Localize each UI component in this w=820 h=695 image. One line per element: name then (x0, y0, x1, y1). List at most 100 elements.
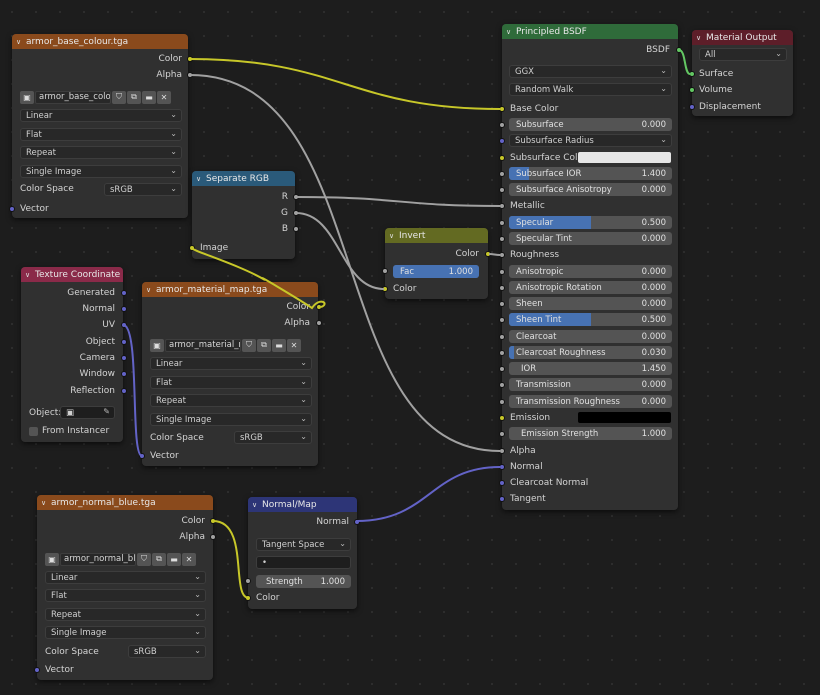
specular-tint-slider[interactable]: Specular Tint 0.000 (509, 232, 672, 245)
specular-slider[interactable]: Specular 0.500 (509, 216, 672, 229)
subsurface-slider[interactable]: Subsurface 0.000 (509, 118, 672, 131)
node-header[interactable]: ∨ armor_material_map.tga (142, 282, 318, 297)
socket-normal[interactable] (121, 306, 127, 312)
socket-alpha-output[interactable] (210, 534, 216, 540)
source-dropdown[interactable]: Single Image ⌄ (20, 165, 182, 178)
socket-color-output[interactable] (187, 56, 193, 62)
socket-color-output[interactable] (316, 304, 322, 310)
interpolation-dropdown[interactable]: Linear ⌄ (45, 571, 206, 584)
subsurface-ior-slider[interactable]: Subsurface IOR 1.400 (509, 167, 672, 180)
folder-open-icon[interactable]: ▬ (167, 552, 181, 566)
collapse-chevron-icon[interactable]: ∨ (389, 232, 399, 240)
image-texture-node-base-colour[interactable]: ∨ armor_base_colour.tga Color Alpha ▣ arm… (9, 34, 193, 218)
socket-image-input[interactable] (189, 245, 195, 251)
eyedropper-icon[interactable]: ✎ (103, 407, 110, 416)
close-icon[interactable]: ✕ (287, 338, 301, 352)
anisotropic-rotation-slider[interactable]: Anisotropic Rotation 0.000 (509, 281, 672, 294)
socket-sheen[interactable] (499, 301, 505, 307)
socket-specular-tint[interactable] (499, 236, 505, 242)
collapse-chevron-icon[interactable]: ∨ (196, 175, 206, 183)
socket-b-output[interactable] (293, 226, 299, 232)
collapse-chevron-icon[interactable]: ∨ (696, 34, 706, 42)
transmission-roughness-slider[interactable]: Transmission Roughness 0.000 (509, 395, 672, 408)
image-selector[interactable]: ▣ armor_base_colou... ⛉ ⧉ ▬ ✕ (20, 90, 171, 104)
extension-dropdown[interactable]: Repeat ⌄ (20, 146, 182, 159)
close-icon[interactable]: ✕ (182, 552, 196, 566)
node-header[interactable]: ∨ Material Output (692, 30, 793, 45)
collapse-chevron-icon[interactable]: ∨ (16, 38, 26, 46)
socket-strength-input[interactable] (245, 578, 251, 584)
distribution-dropdown[interactable]: GGX ⌄ (509, 65, 672, 78)
socket-emission[interactable] (499, 415, 505, 421)
collapse-chevron-icon[interactable]: ∨ (41, 499, 51, 507)
socket-subsurface[interactable] (499, 122, 505, 128)
node-header[interactable]: ∨ Separate RGB (192, 171, 295, 186)
socket-clearcoat-normal[interactable] (499, 480, 505, 486)
socket-anisotropic[interactable] (499, 269, 505, 275)
socket-color-input[interactable] (382, 286, 388, 292)
space-dropdown[interactable]: Tangent Space ⌄ (256, 538, 351, 551)
socket-fac-input[interactable] (382, 268, 388, 274)
extension-dropdown[interactable]: Repeat ⌄ (45, 608, 206, 621)
source-dropdown[interactable]: Single Image ⌄ (150, 413, 312, 426)
socket-g-output[interactable] (293, 210, 299, 216)
image-name-field[interactable]: armor_base_colou... (35, 90, 111, 104)
fake-user-shield-icon[interactable]: ⛉ (242, 338, 256, 352)
object-field[interactable]: ▣ ✎ (60, 406, 115, 419)
duplicate-icon[interactable]: ⧉ (257, 338, 271, 352)
projection-dropdown[interactable]: Flat ⌄ (20, 128, 182, 141)
checkbox-icon[interactable] (29, 426, 38, 436)
folder-open-icon[interactable]: ▬ (142, 90, 156, 104)
node-header[interactable]: ∨ Texture Coordinate (21, 267, 123, 282)
socket-camera[interactable] (121, 355, 127, 361)
image-browse-icon[interactable]: ▣ (45, 552, 59, 566)
socket-metallic[interactable] (499, 203, 505, 209)
sheen-slider[interactable]: Sheen 0.000 (509, 297, 672, 310)
socket-bsdf-output[interactable] (676, 47, 682, 53)
socket-subsurface-radius[interactable] (499, 138, 505, 144)
from-instancer-checkbox[interactable]: From Instancer (29, 424, 109, 438)
extension-dropdown[interactable]: Repeat ⌄ (150, 394, 312, 407)
image-selector[interactable]: ▣ armor_normal_blu... ⛉ ⧉ ▬ ✕ (45, 552, 196, 566)
fac-slider[interactable]: Fac 1.000 (393, 265, 479, 278)
collapse-chevron-icon[interactable]: ∨ (25, 271, 35, 279)
socket-tangent[interactable] (499, 496, 505, 502)
color-space-dropdown[interactable]: sRGB ⌄ (234, 431, 312, 444)
node-header[interactable]: ∨ armor_normal_blue.tga (37, 495, 213, 510)
socket-alpha-output[interactable] (316, 320, 322, 326)
socket-subsurface-anisotropy[interactable] (499, 187, 505, 193)
socket-color-output[interactable] (210, 518, 216, 524)
image-texture-node-normal[interactable]: ∨ armor_normal_blue.tga Color Alpha ▣ arm… (34, 495, 216, 680)
subsurface-method-dropdown[interactable]: Random Walk ⌄ (509, 83, 672, 96)
fake-user-shield-icon[interactable]: ⛉ (137, 552, 151, 566)
node-header[interactable]: ∨ armor_base_colour.tga (12, 34, 188, 49)
subsurface-anisotropy-slider[interactable]: Subsurface Anisotropy 0.000 (509, 183, 672, 196)
node-header[interactable]: ∨ Principled BSDF (502, 24, 678, 39)
socket-reflection[interactable] (121, 388, 127, 394)
image-browse-icon[interactable]: ▣ (150, 338, 164, 352)
collapse-chevron-icon[interactable]: ∨ (146, 286, 156, 294)
image-name-field[interactable]: armor_material_m... (165, 338, 241, 352)
target-dropdown[interactable]: All ⌄ (699, 48, 787, 61)
socket-specular[interactable] (499, 220, 505, 226)
socket-normal[interactable] (499, 464, 505, 470)
color-space-dropdown[interactable]: sRGB ⌄ (128, 645, 206, 658)
duplicate-icon[interactable]: ⧉ (127, 90, 141, 104)
anisotropic-slider[interactable]: Anisotropic 0.000 (509, 265, 672, 278)
uv-map-field[interactable]: • (256, 556, 351, 569)
socket-vector-input[interactable] (9, 206, 15, 212)
normal-map-node[interactable]: ∨ Normal/Map Normal Tangent Space ⌄ • Stre… (245, 497, 360, 609)
socket-volume[interactable] (689, 87, 695, 93)
socket-uv[interactable] (121, 322, 127, 328)
collapse-chevron-icon[interactable]: ∨ (252, 501, 262, 509)
folder-open-icon[interactable]: ▬ (272, 338, 286, 352)
clearcoat-roughness-slider[interactable]: Clearcoat Roughness 0.030 (509, 346, 672, 359)
socket-color-output[interactable] (485, 251, 491, 257)
strength-slider[interactable]: Strength 1.000 (256, 575, 351, 588)
socket-normal-output[interactable] (354, 519, 360, 525)
socket-color-input[interactable] (245, 595, 251, 601)
socket-clearcoat-roughness[interactable] (499, 350, 505, 356)
separate-rgb-node[interactable]: ∨ Separate RGB R G B Image (189, 171, 299, 259)
duplicate-icon[interactable]: ⧉ (152, 552, 166, 566)
socket-displacement[interactable] (689, 104, 695, 110)
